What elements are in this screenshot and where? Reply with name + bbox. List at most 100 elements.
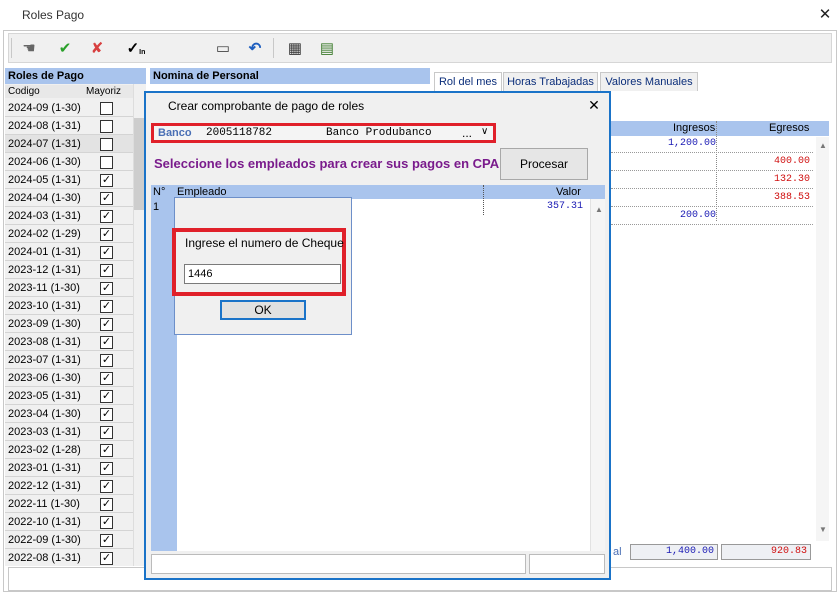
chevron-down-icon[interactable]: ∨ (481, 126, 488, 137)
mayoriz-checkbox[interactable]: ✓ (100, 516, 113, 529)
mayoriz-checkbox[interactable]: ✓ (100, 210, 113, 223)
mayoriz-checkbox[interactable]: ✓ (100, 336, 113, 349)
list-item[interactable]: 2023-03 (1-31) ✓ (5, 423, 133, 441)
mayoriz-checkbox[interactable] (100, 102, 113, 115)
role-code: 2024-02 (1-29) (8, 228, 81, 240)
procesar-button[interactable]: Procesar (500, 148, 588, 180)
list-item[interactable]: 2023-12 (1-31) ✓ (5, 261, 133, 279)
empleados-grid-scrollbar[interactable]: ▲ (590, 199, 605, 551)
list-item[interactable]: 2024-05 (1-31) ✓ (5, 171, 133, 189)
role-code: 2024-03 (1-31) (8, 210, 81, 222)
list-item[interactable]: 2024-08 (1-31) (5, 117, 133, 135)
list-item[interactable]: 2023-01 (1-31) ✓ (5, 459, 133, 477)
banco-account: 2005118782 (206, 127, 273, 139)
mayoriz-checkbox[interactable]: ✓ (100, 192, 113, 205)
role-code: 2023-02 (1-28) (8, 444, 81, 456)
list-item[interactable]: 2023-07 (1-31) ✓ (5, 351, 133, 369)
banco-selector[interactable]: Banco 2005118782 Banco Produbanco ... ∨ (151, 123, 496, 143)
list-item[interactable]: 2023-04 (1-30) ✓ (5, 405, 133, 423)
role-code: 2024-09 (1-30) (8, 102, 81, 114)
col-mayoriz: Mayoriz (86, 86, 122, 97)
egresos-cell: 400.00 (773, 156, 810, 167)
dialog-close-button[interactable]: ✕ (584, 95, 604, 115)
list-item[interactable]: 2023-06 (1-30) ✓ (5, 369, 133, 387)
check-in-button[interactable]: ✓ In (121, 37, 151, 59)
list-item[interactable]: 2024-03 (1-31) ✓ (5, 207, 133, 225)
mayoriz-checkbox[interactable]: ✓ (100, 300, 113, 313)
mayoriz-checkbox[interactable]: ✓ (100, 534, 113, 547)
mayoriz-checkbox[interactable]: ✓ (100, 552, 113, 565)
mayoriz-checkbox[interactable]: ✓ (100, 426, 113, 439)
toolbar: ☚ ✔ ✘ ✓ In ▭ ↶ ▦ ▤ (8, 33, 832, 63)
list-item[interactable]: 2024-09 (1-30) (5, 99, 133, 117)
list-item[interactable]: 2022-10 (1-31) ✓ (5, 513, 133, 531)
list-item[interactable]: 2023-11 (1-30) ✓ (5, 279, 133, 297)
role-code: 2023-07 (1-31) (8, 354, 81, 366)
roles-list: 2024-09 (1-30) 2024-08 (1-31) 2024-07 (1-3… (5, 99, 146, 566)
role-code: 2022-09 (1-30) (8, 534, 81, 546)
cheque-label: Ingrese el numero de Cheque (185, 236, 344, 250)
tab-valores-manuales[interactable]: Valores Manuales (600, 72, 698, 91)
undo-icon[interactable]: ↶ (243, 37, 267, 59)
mayoriz-checkbox[interactable] (100, 156, 113, 169)
mayoriz-checkbox[interactable]: ✓ (100, 318, 113, 331)
mayoriz-checkbox[interactable] (100, 138, 113, 151)
check-icon[interactable]: ✔ (53, 37, 77, 59)
mayoriz-checkbox[interactable]: ✓ (100, 282, 113, 295)
cheque-number-input[interactable]: 1446 (184, 264, 341, 284)
role-code: 2023-08 (1-31) (8, 336, 81, 348)
mayoriz-checkbox[interactable]: ✓ (100, 408, 113, 421)
col-ingresos: Ingresos (673, 122, 716, 134)
col-egresos: Egresos (769, 122, 810, 134)
row-valor: 357.31 (546, 201, 583, 212)
list-item[interactable]: 2023-09 (1-30) ✓ (5, 315, 133, 333)
list-item[interactable]: 2024-02 (1-29) ✓ (5, 225, 133, 243)
mayoriz-checkbox[interactable]: ✓ (100, 264, 113, 277)
mayoriz-checkbox[interactable]: ✓ (100, 372, 113, 385)
window-close-button[interactable]: ✕ (814, 4, 836, 26)
role-code: 2024-05 (1-31) (8, 174, 81, 186)
mayoriz-checkbox[interactable]: ✓ (100, 444, 113, 457)
mayoriz-checkbox[interactable]: ✓ (100, 462, 113, 475)
list-item[interactable]: 2023-10 (1-31) ✓ (5, 297, 133, 315)
list-item[interactable]: 2022-12 (1-31) ✓ (5, 477, 133, 495)
role-code: 2023-05 (1-31) (8, 390, 81, 402)
banco-label: Banco (158, 127, 192, 139)
banco-browse-button[interactable]: ... (462, 126, 472, 140)
row-number: 1 (153, 201, 160, 213)
list-item[interactable]: 2022-08 (1-31) ✓ (5, 549, 133, 566)
window-icon[interactable]: ▭ (211, 37, 235, 59)
list-item[interactable]: 2022-11 (1-30) ✓ (5, 495, 133, 513)
tab-rol-del-mes[interactable]: Rol del mes (434, 72, 502, 92)
role-code: 2022-11 (1-30) (8, 498, 80, 510)
list-item[interactable]: 2023-08 (1-31) ✓ (5, 333, 133, 351)
list-item[interactable]: 2022-09 (1-30) ✓ (5, 531, 133, 549)
list-item[interactable]: 2024-06 (1-30) (5, 153, 133, 171)
calculator-icon[interactable]: ▦ (283, 37, 307, 59)
grid-scrollbar[interactable]: ▲ ▼ (816, 137, 829, 541)
list-item[interactable]: 2024-01 (1-31) ✓ (5, 243, 133, 261)
mayoriz-checkbox[interactable] (100, 120, 113, 133)
role-code: 2022-08 (1-31) (8, 552, 81, 564)
mayoriz-checkbox[interactable]: ✓ (100, 228, 113, 241)
ok-button[interactable]: OK (220, 300, 306, 320)
role-code: 2023-11 (1-30) (8, 282, 80, 294)
mayoriz-checkbox[interactable]: ✓ (100, 480, 113, 493)
mayoriz-checkbox[interactable]: ✓ (100, 174, 113, 187)
mayoriz-checkbox[interactable]: ✓ (100, 498, 113, 511)
role-code: 2024-07 (1-31) (8, 138, 81, 150)
hand-icon[interactable]: ☚ (17, 37, 41, 59)
total-ingresos: 1,400.00 (630, 544, 718, 560)
mayoriz-checkbox[interactable]: ✓ (100, 246, 113, 259)
list-item[interactable]: 2024-04 (1-30) ✓ (5, 189, 133, 207)
mayoriz-checkbox[interactable]: ✓ (100, 390, 113, 403)
mayoriz-checkbox[interactable]: ✓ (100, 354, 113, 367)
tab-horas-trabajadas[interactable]: Horas Trabajadas (503, 72, 598, 91)
list-item[interactable]: 2024-07 (1-31) (5, 135, 133, 153)
list-item[interactable]: 2023-05 (1-31) ✓ (5, 387, 133, 405)
list-item[interactable]: 2023-02 (1-28) ✓ (5, 441, 133, 459)
banco-name: Banco Produbanco (326, 127, 432, 139)
x-icon[interactable]: ✘ (85, 37, 109, 59)
report-icon[interactable]: ▤ (315, 37, 339, 59)
role-code: 2023-06 (1-30) (8, 372, 81, 384)
